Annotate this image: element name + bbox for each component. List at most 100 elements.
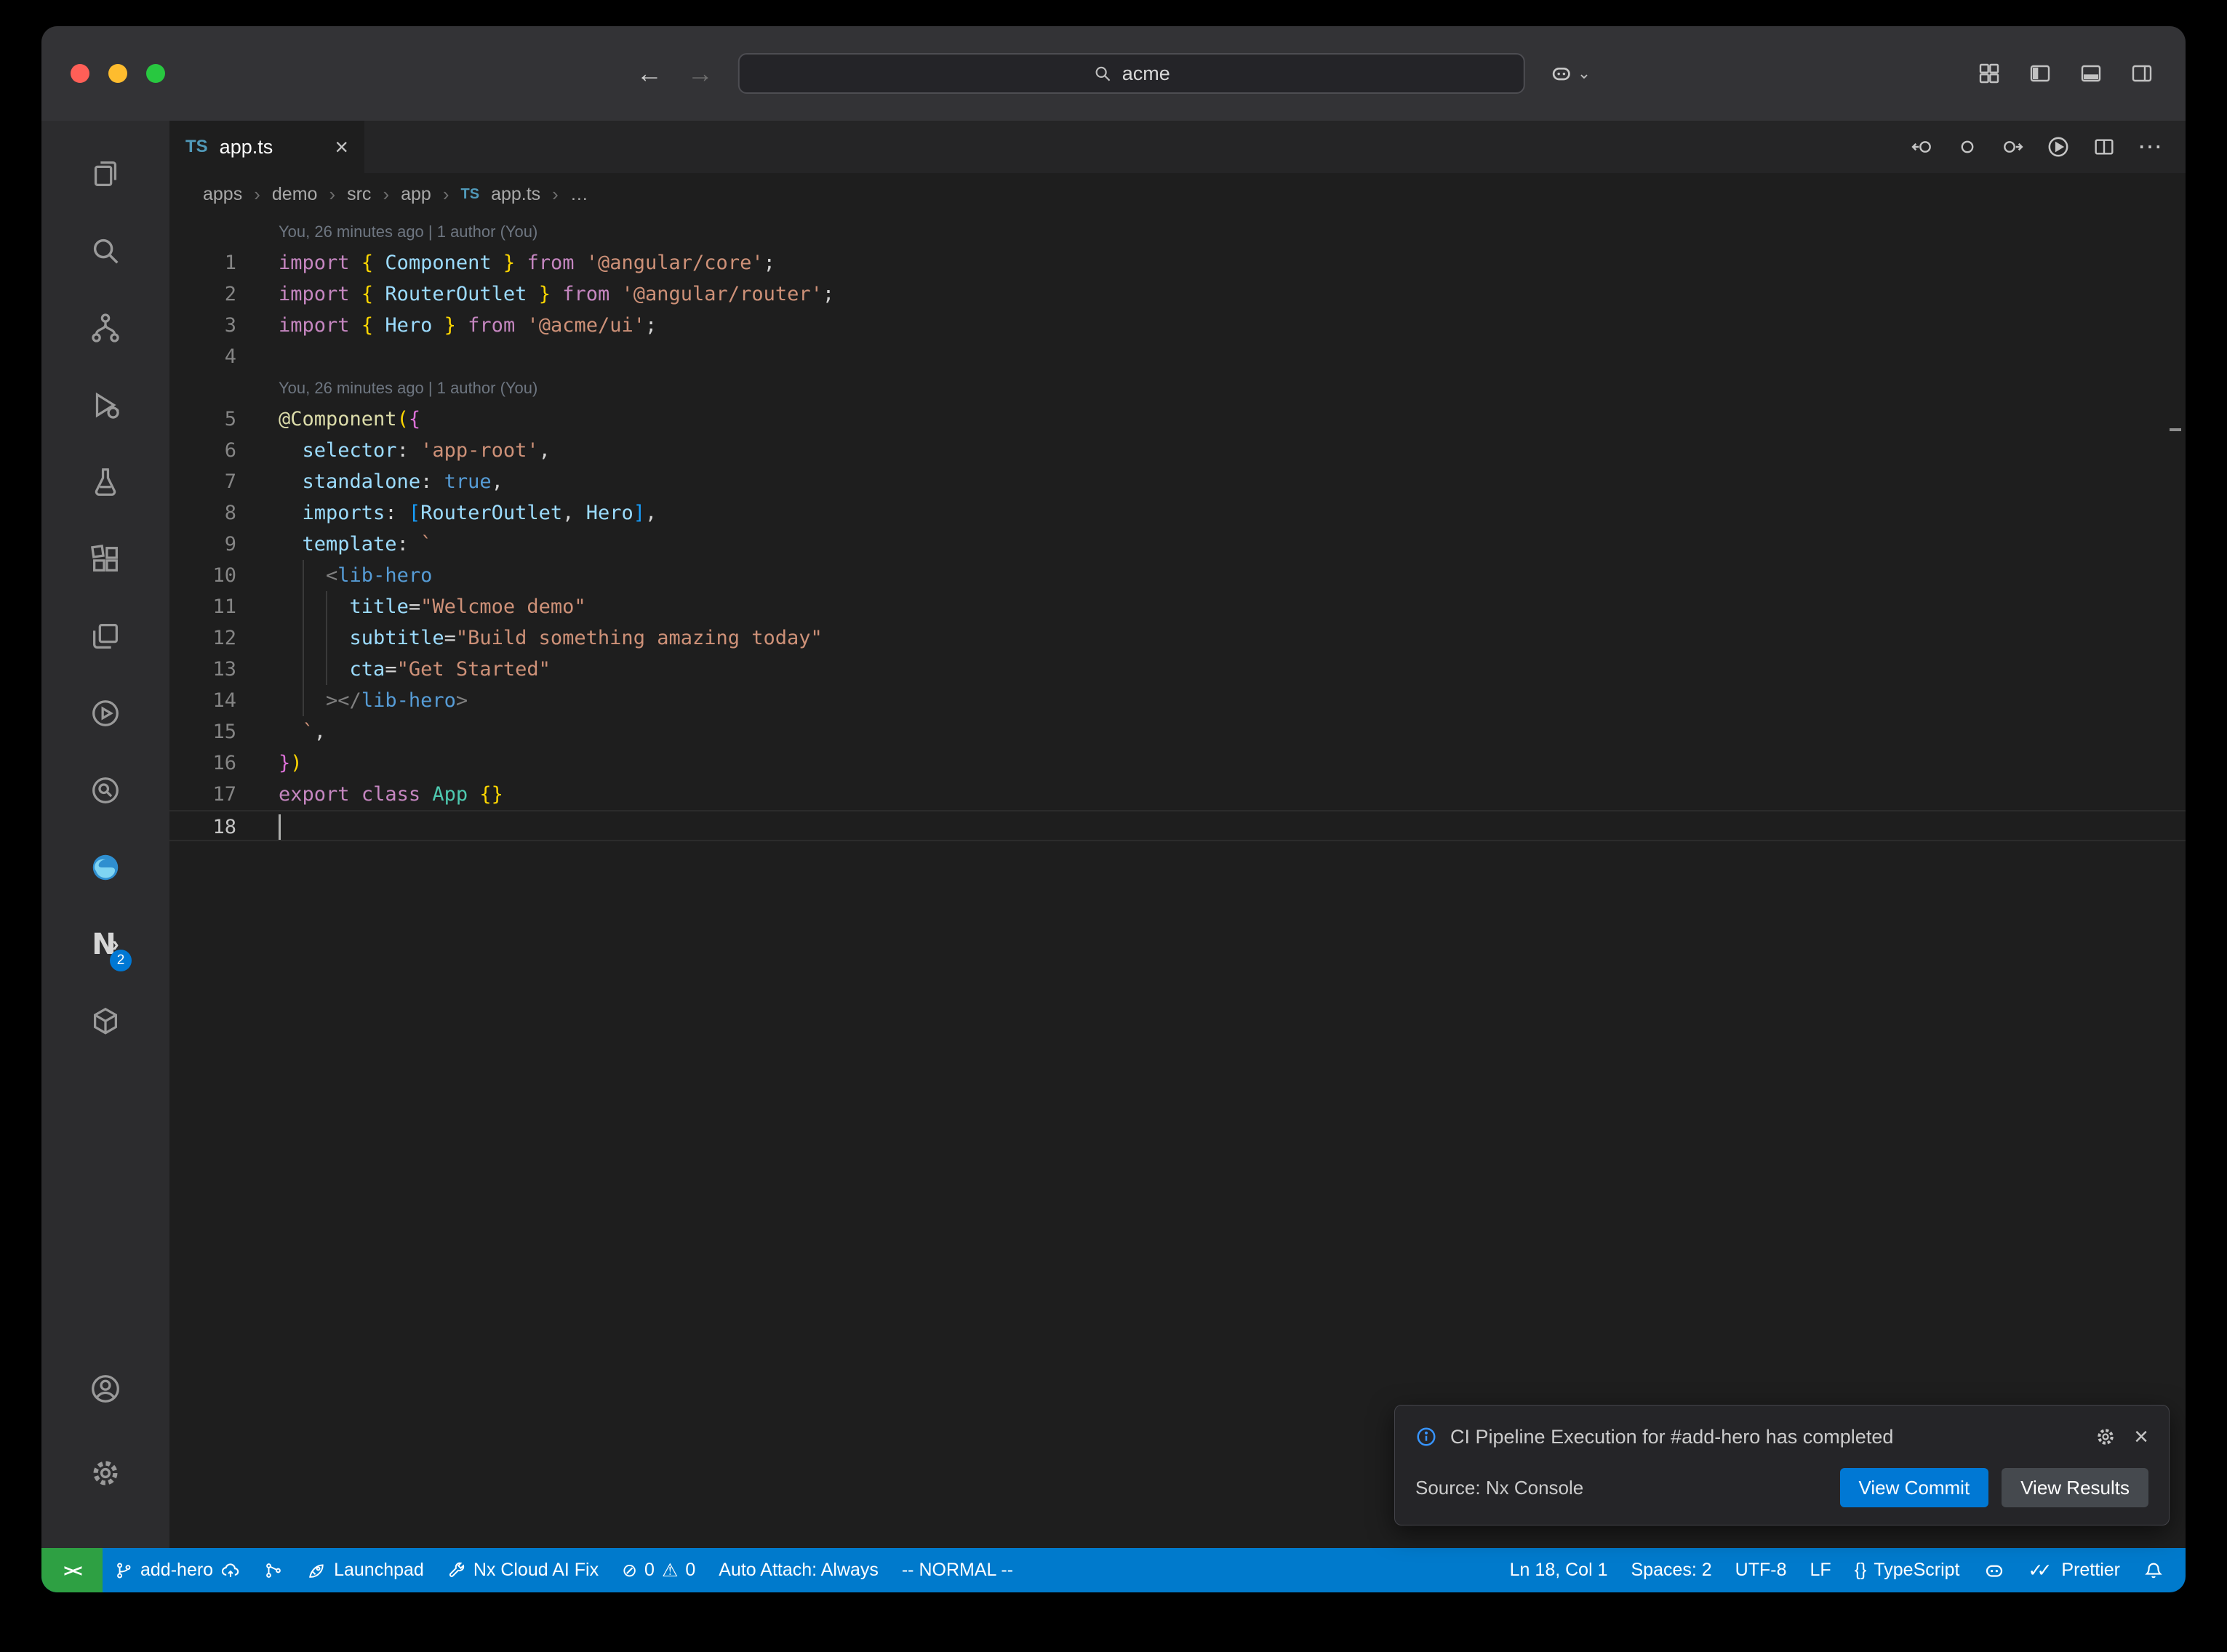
breadcrumb-item[interactable]: demo <box>272 184 318 205</box>
peek-icon[interactable] <box>1956 135 1979 159</box>
code-line: selector: 'app-root', <box>279 435 2186 466</box>
settings-gear-icon[interactable] <box>69 1435 142 1512</box>
toggle-secondary-sidebar-icon[interactable] <box>2130 62 2154 85</box>
blame-annotation: You, 26 minutes ago | 1 author (You) <box>279 372 537 404</box>
line-number: 17 <box>169 779 236 810</box>
git-graph-icon[interactable] <box>252 1548 295 1592</box>
command-center-text: acme <box>1122 63 1170 85</box>
indent-guide <box>303 560 304 591</box>
run-file-icon[interactable] <box>2046 135 2071 159</box>
zoom-window-button[interactable] <box>146 64 165 83</box>
publish-cloud-icon <box>220 1560 241 1581</box>
encoding-item[interactable]: UTF-8 <box>1724 1548 1799 1592</box>
command-center[interactable]: acme <box>738 53 1525 94</box>
breadcrumb: apps › demo › src › app › TS app.ts › … <box>169 173 2186 216</box>
breadcrumb-item-symbol[interactable]: … <box>570 184 588 205</box>
code-row: 5 @Component({ <box>169 404 2186 435</box>
nx-cloud-item[interactable]: Nx Cloud AI Fix <box>436 1548 610 1592</box>
code-line: @Component({ <box>279 404 2186 435</box>
code-row: 11 title="Welcmoe demo" <box>169 591 2186 622</box>
tab-label: app.ts <box>220 136 324 159</box>
source-control-icon[interactable] <box>69 289 142 366</box>
vim-mode-item[interactable]: -- NORMAL -- <box>890 1548 1025 1592</box>
eol-label: LF <box>1810 1560 1831 1581</box>
typescript-file-icon: TS <box>185 137 208 157</box>
minimize-window-button[interactable] <box>108 64 127 83</box>
cursor-position-item[interactable]: Ln 18, Col 1 <box>1498 1548 1620 1592</box>
launchpad-item[interactable]: Launchpad <box>295 1548 436 1592</box>
copilot-menu[interactable]: ⌄ <box>1550 62 1591 85</box>
more-actions-icon[interactable]: ⋯ <box>2138 132 2164 161</box>
toggle-primary-sidebar-icon[interactable] <box>2028 62 2052 85</box>
breadcrumb-item[interactable]: src <box>347 184 371 205</box>
copilot-icon <box>1983 1560 2005 1581</box>
nx-cloud-label: Nx Cloud AI Fix <box>473 1560 599 1581</box>
remote-explorer-icon[interactable] <box>69 598 142 675</box>
tab-app-ts[interactable]: TS app.ts × <box>169 121 364 173</box>
chevron-right-icon: › <box>254 183 260 206</box>
cube-icon[interactable] <box>69 983 142 1060</box>
search-sidebar-icon[interactable] <box>69 212 142 289</box>
nx-console-icon[interactable]: N› 2 <box>69 906 142 983</box>
breadcrumb-item[interactable]: app <box>401 184 431 205</box>
code-row: 8 imports: [RouterOutlet, Hero], <box>169 497 2186 529</box>
explorer-icon[interactable] <box>69 135 142 212</box>
split-editor-icon[interactable] <box>2092 135 2116 159</box>
remote-indicator[interactable]: >< <box>41 1548 103 1592</box>
auto-attach-item[interactable]: Auto Attach: Always <box>707 1548 890 1592</box>
editor-content[interactable]: You, 26 minutes ago | 1 author (You)1imp… <box>169 216 2186 1548</box>
navigate-forward-icon[interactable]: → <box>687 60 713 87</box>
line-number: 15 <box>169 716 236 747</box>
problems-item[interactable]: ⊘ 0 ⚠ 0 <box>610 1548 707 1592</box>
eol-item[interactable]: LF <box>1799 1548 1843 1592</box>
code-line <box>279 811 2186 840</box>
line-number: 14 <box>169 685 236 716</box>
toggle-panel-icon[interactable] <box>2079 62 2103 85</box>
customize-layout-icon[interactable] <box>1978 62 2001 85</box>
next-reference-icon[interactable] <box>2001 135 2024 159</box>
text-cursor <box>279 814 281 840</box>
line-number: 2 <box>169 278 236 310</box>
branch-item[interactable]: add-hero <box>103 1548 252 1592</box>
indent-guide <box>303 654 304 685</box>
account-icon[interactable] <box>69 1350 142 1427</box>
play-circle-icon[interactable] <box>69 675 142 752</box>
status-bar: >< add-hero Launchpad Nx Cloud AI Fix ⊘ … <box>41 1548 2186 1592</box>
notification-close-icon[interactable]: × <box>2134 1424 2148 1449</box>
breadcrumb-item[interactable]: apps <box>203 184 242 205</box>
line-number: 5 <box>169 404 236 435</box>
notification-settings-gear-icon[interactable] <box>2095 1426 2116 1448</box>
copilot-icon <box>1550 62 1573 85</box>
extensions-icon[interactable] <box>69 521 142 598</box>
errors-count: 0 <box>644 1560 655 1581</box>
bell-icon <box>2143 1560 2164 1581</box>
edge-browser-icon[interactable] <box>69 829 142 906</box>
formatter-item[interactable]: ✓✓ Prettier <box>2017 1548 2132 1592</box>
run-debug-icon[interactable] <box>69 366 142 444</box>
indentation-item[interactable]: Spaces: 2 <box>1619 1548 1723 1592</box>
view-commit-button[interactable]: View Commit <box>1840 1468 1989 1507</box>
testing-icon[interactable] <box>69 444 142 521</box>
chevron-right-icon: › <box>443 183 449 206</box>
vim-mode-label: -- NORMAL -- <box>902 1560 1013 1581</box>
copilot-status-item[interactable] <box>1972 1548 2017 1592</box>
close-tab-icon[interactable]: × <box>335 135 348 159</box>
code-line: import { Component } from '@angular/core… <box>279 247 2186 278</box>
line-number: 18 <box>169 811 236 840</box>
language-mode-item[interactable]: {} TypeScript <box>1843 1548 1972 1592</box>
line-number: 4 <box>169 341 236 372</box>
code-line: imports: [RouterOutlet, Hero], <box>279 497 2186 529</box>
code-inspect-icon[interactable] <box>69 752 142 829</box>
notifications-bell-item[interactable] <box>2132 1548 2175 1592</box>
prev-reference-icon[interactable] <box>1911 135 1934 159</box>
breadcrumb-item-file[interactable]: app.ts <box>491 184 540 205</box>
view-results-button[interactable]: View Results <box>2002 1468 2148 1507</box>
code-line: <lib-hero <box>279 560 2186 591</box>
code-row: 18 <box>169 810 2186 841</box>
code-rows: You, 26 minutes ago | 1 author (You)1imp… <box>169 216 2186 841</box>
close-window-button[interactable] <box>71 64 89 83</box>
code-line: import { RouterOutlet } from '@angular/r… <box>279 278 2186 310</box>
vscode-window: ← → acme ⌄ <box>41 26 2186 1592</box>
navigate-back-icon[interactable]: ← <box>636 60 663 87</box>
line-number: 11 <box>169 591 236 622</box>
